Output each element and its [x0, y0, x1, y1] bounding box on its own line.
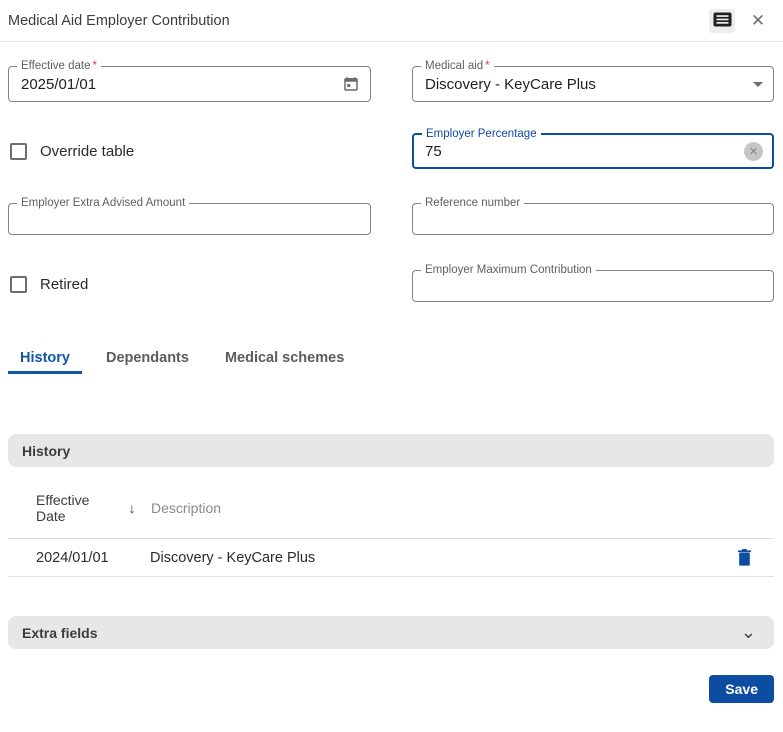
reference-number-field[interactable]: Reference number — [412, 196, 774, 235]
history-table-header: Effective Date ↓ Description — [8, 467, 774, 538]
dialog-body: Effective date* Medical aid* Override ta… — [0, 59, 783, 703]
chevron-down-icon: ⌄ — [740, 622, 756, 642]
employer-percentage-field[interactable]: Employer Percentage ✕ — [412, 127, 774, 169]
close-button[interactable]: ✕ — [745, 9, 771, 33]
tab-bar: History Dependants Medical schemes — [8, 345, 774, 374]
sort-desc-icon[interactable]: ↓ — [114, 500, 150, 516]
employer-maximum-contribution-label: Employer Maximum Contribution — [421, 263, 596, 277]
header-actions: ✕ — [709, 8, 771, 33]
save-button[interactable]: Save — [709, 675, 774, 703]
effective-date-input[interactable] — [21, 75, 342, 93]
medical-aid-select[interactable]: Medical aid * — [412, 59, 774, 102]
table-row[interactable]: 2024/01/01 Discovery - KeyCare Plus — [8, 538, 774, 577]
close-icon: ✕ — [750, 11, 766, 30]
dropdown-caret-icon[interactable] — [753, 81, 763, 87]
row-effective-date: 2024/01/01 — [36, 549, 109, 566]
checkbox-icon[interactable] — [10, 275, 27, 293]
checkbox-icon[interactable] — [10, 142, 27, 160]
column-header-effective-date[interactable]: Effective Date — [36, 492, 114, 524]
tab-dependants[interactable]: Dependants — [94, 345, 201, 374]
retired-label: Retired — [40, 275, 89, 293]
employer-maximum-contribution-input[interactable] — [425, 277, 763, 295]
required-asterisk: * — [485, 60, 490, 72]
extra-fields-expander[interactable]: Extra fields ⌄ — [8, 616, 774, 649]
dialog-title: Medical Aid Employer Contribution — [8, 12, 230, 29]
employer-percentage-label: Employer Percentage — [422, 127, 541, 141]
reference-number-input[interactable] — [425, 210, 763, 228]
extra-fields-label: Extra fields — [22, 624, 98, 641]
override-table-label: Override table — [40, 142, 135, 160]
effective-date-label: Effective date * — [17, 59, 101, 73]
employer-extra-advised-amount-label: Employer Extra Advised Amount — [17, 196, 190, 210]
employer-percentage-input[interactable] — [425, 142, 744, 160]
tab-medical-schemes[interactable]: Medical schemes — [213, 345, 356, 374]
reference-number-label: Reference number — [421, 196, 525, 210]
clear-value-button[interactable]: ✕ — [744, 141, 763, 161]
override-table-checkbox[interactable]: Override table — [8, 133, 371, 169]
clear-icon: ✕ — [748, 145, 759, 158]
calendar-icon[interactable] — [342, 75, 360, 93]
dialog-header: Medical Aid Employer Contribution ✕ — [0, 0, 783, 42]
medical-aid-value[interactable] — [425, 75, 747, 93]
history-table: Effective Date ↓ Description 2024/01/01 … — [8, 467, 774, 577]
audit-list-button[interactable] — [709, 8, 735, 33]
history-section-header: History — [8, 434, 774, 467]
effective-date-field[interactable]: Effective date * — [8, 59, 371, 102]
medical-aid-label: Medical aid * — [421, 59, 494, 73]
list-icon — [713, 12, 732, 30]
employer-extra-advised-amount-field[interactable]: Employer Extra Advised Amount — [8, 196, 371, 235]
employer-maximum-contribution-field[interactable]: Employer Maximum Contribution — [412, 263, 774, 302]
column-header-description[interactable]: Description — [151, 500, 221, 516]
delete-row-button[interactable] — [730, 544, 758, 572]
dialog-footer: Save — [8, 675, 774, 703]
history-section-title: History — [22, 442, 71, 459]
row-description: Discovery - KeyCare Plus — [150, 549, 316, 566]
retired-checkbox[interactable]: Retired — [8, 266, 371, 302]
trash-icon — [737, 549, 752, 566]
employer-extra-advised-amount-input[interactable] — [21, 210, 360, 228]
required-asterisk: * — [92, 60, 97, 72]
tab-history[interactable]: History — [8, 345, 82, 374]
